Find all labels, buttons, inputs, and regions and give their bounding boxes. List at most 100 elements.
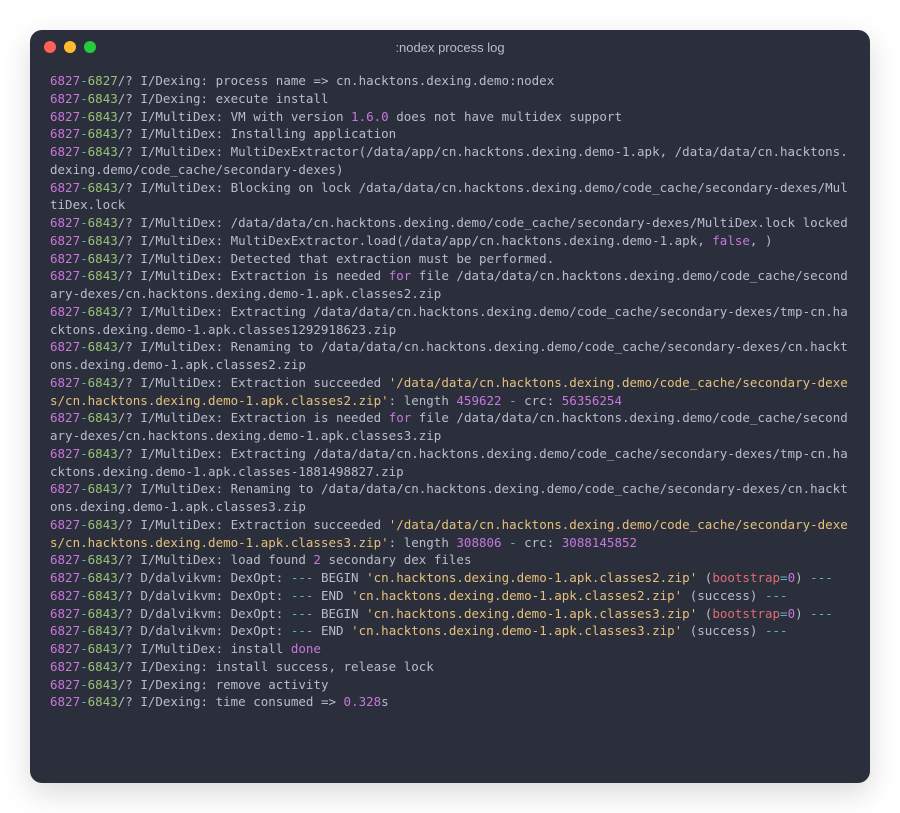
- log-segment: for: [389, 410, 412, 425]
- log-segment: 6843: [88, 481, 118, 496]
- log-segment: 6827: [50, 375, 80, 390]
- log-segment: /? I/MultiDex: install: [118, 641, 291, 656]
- log-segment: /? D/dalvikvm: DexOpt:: [118, 623, 291, 638]
- log-segment: s: [381, 694, 389, 709]
- log-line: 6827-6843/? I/MultiDex: /data/data/cn.ha…: [50, 214, 850, 232]
- log-segment: /? I/Dexing: execute install: [118, 91, 329, 106]
- log-segment: /? I/MultiDex: Detected that extraction …: [118, 251, 555, 266]
- log-segment: 6827: [50, 606, 80, 621]
- log-segment: 6827: [50, 215, 80, 230]
- log-segment: /? I/MultiDex: Blocking on lock /data/da…: [50, 180, 848, 213]
- log-segment: : length: [389, 535, 457, 550]
- log-segment: /? I/MultiDex: MultiDexExtractor.load(/d…: [118, 233, 713, 248]
- log-segment: 6843: [88, 677, 118, 692]
- log-segment: END: [313, 588, 351, 603]
- log-segment: 0: [788, 570, 796, 585]
- log-segment: /? D/dalvikvm: DexOpt:: [118, 588, 291, 603]
- log-segment: done: [291, 641, 321, 656]
- log-segment: -: [80, 251, 88, 266]
- log-segment: 6827: [50, 268, 80, 283]
- log-line: 6827-6843/? I/MultiDex: Renaming to /dat…: [50, 338, 850, 374]
- log-segment: 6843: [88, 517, 118, 532]
- titlebar: :nodex process log: [30, 30, 870, 64]
- log-segment: END: [313, 623, 351, 638]
- log-segment: -: [80, 233, 88, 248]
- window-title: :nodex process log: [30, 40, 870, 55]
- log-segment: 6827: [88, 73, 118, 88]
- log-segment: -: [80, 91, 88, 106]
- log-segment: (: [697, 570, 712, 585]
- log-segment: 6827: [50, 144, 80, 159]
- log-segment: -: [80, 623, 88, 638]
- log-segment: /? I/MultiDex: Renaming to /data/data/cn…: [50, 481, 848, 514]
- log-segment: -: [80, 410, 88, 425]
- log-segment: ): [795, 606, 810, 621]
- log-segment: 6843: [88, 588, 118, 603]
- log-segment: 6843: [88, 659, 118, 674]
- log-segment: 6827: [50, 109, 80, 124]
- log-segment: bootstrap: [712, 570, 780, 585]
- log-segment: 3088145852: [562, 535, 637, 550]
- log-segment: 6827: [50, 251, 80, 266]
- log-segment: 0: [788, 606, 796, 621]
- log-segment: does not have multidex support: [389, 109, 622, 124]
- log-segment: 6827: [50, 623, 80, 638]
- log-segment: 6843: [88, 251, 118, 266]
- log-segment: 6827: [50, 517, 80, 532]
- log-line: 6827-6843/? D/dalvikvm: DexOpt: --- END …: [50, 622, 850, 640]
- log-segment: BEGIN: [313, 570, 366, 585]
- log-segment: /? I/MultiDex: Extracting /data/data/cn.…: [50, 446, 848, 479]
- log-segment: 459622: [456, 393, 501, 408]
- log-segment: -: [80, 659, 88, 674]
- log-segment: -: [80, 215, 88, 230]
- log-segment: 1.6.0: [351, 109, 389, 124]
- minimize-icon[interactable]: [64, 41, 76, 53]
- log-segment: secondary dex files: [321, 552, 472, 567]
- log-segment: (success): [682, 623, 765, 638]
- log-segment: 6843: [88, 694, 118, 709]
- log-segment: 6827: [50, 304, 80, 319]
- log-line: 6827-6843/? I/Dexing: time consumed => 0…: [50, 693, 850, 711]
- log-segment: -: [80, 144, 88, 159]
- log-line: 6827-6843/? I/MultiDex: Extraction succe…: [50, 374, 850, 410]
- log-segment: -: [80, 641, 88, 656]
- log-segment: bootstrap: [712, 606, 780, 621]
- log-line: 6827-6843/? I/MultiDex: MultiDexExtracto…: [50, 232, 850, 250]
- zoom-icon[interactable]: [84, 41, 96, 53]
- log-segment: for: [389, 268, 412, 283]
- log-segment: /? I/Dexing: process name => cn.hacktons…: [118, 73, 555, 88]
- log-line: 6827-6843/? I/MultiDex: MultiDexExtracto…: [50, 143, 850, 179]
- log-line: 6827-6843/? I/MultiDex: Extraction succe…: [50, 516, 850, 552]
- log-segment: 6843: [88, 233, 118, 248]
- log-segment: -: [509, 393, 517, 408]
- log-segment: /? I/Dexing: install success, release lo…: [118, 659, 434, 674]
- log-segment: 6843: [88, 126, 118, 141]
- log-segment: 6827: [50, 73, 80, 88]
- log-line: 6827-6843/? I/MultiDex: Installing appli…: [50, 125, 850, 143]
- log-segment: /? I/Dexing: remove activity: [118, 677, 329, 692]
- log-segment: -: [80, 606, 88, 621]
- terminal-output[interactable]: 6827-6827/? I/Dexing: process name => cn…: [30, 64, 870, 783]
- log-segment: 6827: [50, 659, 80, 674]
- log-segment: 6843: [88, 641, 118, 656]
- log-segment: 6843: [88, 410, 118, 425]
- close-icon[interactable]: [44, 41, 56, 53]
- log-segment: 6827: [50, 694, 80, 709]
- log-line: 6827-6843/? I/MultiDex: Extraction is ne…: [50, 409, 850, 445]
- log-line: 6827-6843/? I/Dexing: execute install: [50, 90, 850, 108]
- log-segment: 6827: [50, 410, 80, 425]
- log-segment: /? I/MultiDex: Extracting /data/data/cn.…: [50, 304, 848, 337]
- log-segment: ---: [291, 570, 314, 585]
- log-segment: : length: [389, 393, 457, 408]
- log-segment: -: [80, 677, 88, 692]
- log-segment: -: [80, 339, 88, 354]
- log-line: 6827-6843/? I/MultiDex: Detected that ex…: [50, 250, 850, 268]
- log-line: 6827-6843/? I/MultiDex: Extracting /data…: [50, 445, 850, 481]
- log-segment: ---: [810, 606, 833, 621]
- log-segment: /? I/MultiDex: /data/data/cn.hacktons.de…: [118, 215, 848, 230]
- log-segment: ): [795, 570, 810, 585]
- log-segment: ---: [291, 623, 314, 638]
- log-segment: 6827: [50, 180, 80, 195]
- log-segment: 6843: [88, 180, 118, 195]
- log-line: 6827-6843/? D/dalvikvm: DexOpt: --- END …: [50, 587, 850, 605]
